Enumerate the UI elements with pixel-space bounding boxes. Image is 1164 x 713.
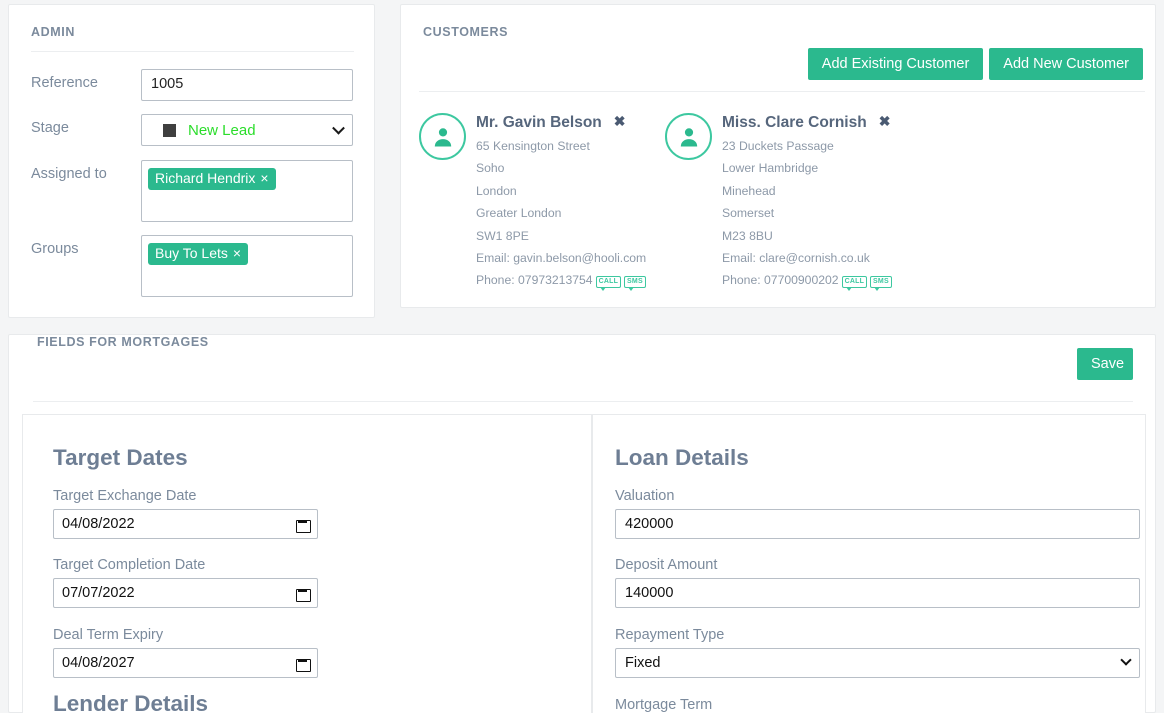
repayment-type-select[interactable]: Fixed bbox=[615, 648, 1140, 678]
groups-label: Groups bbox=[31, 241, 79, 257]
valuation-label: Valuation bbox=[615, 488, 675, 504]
deal-term-expiry-group: Deal Term Expiry 04/08/2027 bbox=[53, 627, 318, 678]
customers-card-title: CUSTOMERS bbox=[423, 25, 509, 39]
customer-postcode: M23 8BU bbox=[722, 228, 773, 243]
customer-address-line: London bbox=[476, 183, 517, 198]
groups-tag-field[interactable]: Buy To Lets × bbox=[141, 235, 353, 297]
calendar-icon[interactable] bbox=[296, 657, 311, 672]
tag-assigned-user[interactable]: Richard Hendrix × bbox=[148, 168, 276, 190]
person-icon bbox=[680, 127, 697, 146]
target-exchange-date-group: Target Exchange Date 04/08/2022 bbox=[53, 488, 318, 539]
tag-group[interactable]: Buy To Lets × bbox=[148, 243, 249, 265]
customer-phone: Phone: 07700900202 bbox=[722, 273, 839, 288]
loan-details-panel: Loan Details Valuation 420000 Deposit Am… bbox=[592, 414, 1146, 713]
customer-phone-row: Phone: 07973213754 CALL SMS bbox=[476, 269, 669, 292]
date-value: 04/08/2027 bbox=[62, 655, 135, 671]
tag-remove-icon[interactable]: × bbox=[233, 245, 241, 261]
stage-label: Stage bbox=[31, 120, 69, 136]
target-exchange-date-input[interactable]: 04/08/2022 bbox=[53, 509, 318, 539]
add-existing-customer-button[interactable]: Add Existing Customer bbox=[807, 48, 984, 80]
deposit-amount-input[interactable]: 140000 bbox=[615, 578, 1140, 608]
calendar-icon[interactable] bbox=[296, 587, 311, 602]
customer-address-line: Lower Hambridge bbox=[722, 161, 819, 176]
save-button[interactable]: Save bbox=[1077, 348, 1133, 380]
add-new-customer-button[interactable]: Add New Customer bbox=[989, 48, 1143, 80]
customer-name: Miss. Clare Cornish bbox=[722, 114, 867, 131]
target-dates-panel: Target Dates Target Exchange Date 04/08/… bbox=[22, 414, 592, 713]
stage-selected-value: New Lead bbox=[188, 121, 256, 139]
target-completion-date-input[interactable]: 07/07/2022 bbox=[53, 578, 318, 608]
tag-remove-icon[interactable]: × bbox=[260, 170, 268, 186]
remove-customer-icon[interactable]: ✖ bbox=[879, 113, 891, 130]
admin-card: ADMIN Reference 1005 Stage New Lead Assi… bbox=[8, 4, 375, 318]
stage-row: Stage New Lead bbox=[31, 114, 361, 146]
customer-actions: Add Existing Customer Add New Customer bbox=[807, 48, 1143, 80]
deal-term-expiry-input[interactable]: 04/08/2027 bbox=[53, 648, 318, 678]
calendar-icon[interactable] bbox=[296, 518, 311, 533]
customer-details: Miss. Clare Cornish ✖ 23 Duckets Passage … bbox=[722, 113, 915, 292]
avatar bbox=[665, 113, 712, 160]
customer-name: Mr. Gavin Belson bbox=[476, 114, 602, 131]
assigned-to-row: Assigned to Richard Hendrix × bbox=[31, 160, 361, 222]
customer-address-line: Greater London bbox=[476, 206, 562, 221]
loan-details-heading: Loan Details bbox=[615, 445, 749, 470]
customer-card: Mr. Gavin Belson ✖ 65 Kensington Street S… bbox=[419, 113, 669, 292]
admin-divider bbox=[31, 51, 354, 52]
customer-address-line: Soho bbox=[476, 161, 505, 176]
fields-for-mortgages-card: FIELDS FOR MORTGAGES Save Target Dates T… bbox=[8, 334, 1156, 713]
tag-label: Richard Hendrix bbox=[155, 170, 256, 186]
valuation-group: Valuation 420000 bbox=[615, 488, 1140, 539]
page-root: ADMIN Reference 1005 Stage New Lead Assi… bbox=[0, 0, 1164, 713]
target-exchange-date-label: Target Exchange Date bbox=[53, 488, 197, 504]
customer-phone-row: Phone: 07700900202 CALL SMS bbox=[722, 269, 915, 292]
customer-email: Email: clare@cornish.co.uk bbox=[722, 251, 870, 266]
stage-select[interactable]: New Lead bbox=[141, 114, 353, 146]
customer-email: Email: gavin.belson@hooli.com bbox=[476, 251, 647, 266]
call-badge-icon[interactable]: CALL bbox=[595, 276, 622, 292]
customer-card: Miss. Clare Cornish ✖ 23 Duckets Passage … bbox=[665, 113, 915, 292]
chevron-down-icon bbox=[1120, 654, 1132, 666]
customer-address-line: Somerset bbox=[722, 206, 775, 221]
call-badge-icon[interactable]: CALL bbox=[841, 276, 868, 292]
deposit-amount-group: Deposit Amount 140000 bbox=[615, 557, 1140, 608]
customer-details: Mr. Gavin Belson ✖ 65 Kensington Street S… bbox=[476, 113, 669, 292]
sms-badge-icon[interactable]: SMS bbox=[870, 276, 892, 292]
valuation-input[interactable]: 420000 bbox=[615, 509, 1140, 539]
repayment-type-label: Repayment Type bbox=[615, 627, 725, 643]
fields-card-title: FIELDS FOR MORTGAGES bbox=[37, 335, 209, 349]
customer-address-line: 23 Duckets Passage bbox=[722, 139, 834, 153]
customers-card: CUSTOMERS Add Existing Customer Add New … bbox=[400, 4, 1156, 308]
date-value: 07/07/2022 bbox=[62, 585, 135, 601]
sms-badge-icon[interactable]: SMS bbox=[624, 276, 646, 292]
reference-row: Reference 1005 bbox=[31, 69, 361, 101]
target-dates-heading: Target Dates bbox=[53, 445, 188, 470]
customer-address-line: 65 Kensington Street bbox=[476, 139, 590, 153]
customer-postcode: SW1 8PE bbox=[476, 228, 529, 243]
stage-color-swatch bbox=[163, 123, 176, 137]
customers-divider bbox=[419, 91, 1145, 92]
mortgage-term-label: Mortgage Term bbox=[615, 697, 713, 713]
assigned-to-label: Assigned to bbox=[31, 166, 107, 182]
target-completion-date-group: Target Completion Date 07/07/2022 bbox=[53, 557, 318, 608]
admin-card-title: ADMIN bbox=[31, 25, 75, 39]
repayment-type-group: Repayment Type Fixed bbox=[615, 627, 1140, 678]
tag-label: Buy To Lets bbox=[155, 245, 228, 261]
groups-row: Groups Buy To Lets × bbox=[31, 235, 361, 297]
lender-details-heading: Lender Details bbox=[53, 691, 209, 713]
reference-input[interactable]: 1005 bbox=[141, 69, 353, 101]
date-value: 04/08/2022 bbox=[62, 516, 135, 532]
repayment-type-value: Fixed bbox=[625, 655, 661, 671]
deal-term-expiry-label: Deal Term Expiry bbox=[53, 627, 164, 643]
assigned-to-tag-field[interactable]: Richard Hendrix × bbox=[141, 160, 353, 222]
reference-label: Reference bbox=[31, 75, 98, 91]
fields-divider bbox=[33, 401, 1133, 402]
customer-phone: Phone: 07973213754 bbox=[476, 273, 593, 288]
chevron-down-icon bbox=[332, 121, 345, 135]
avatar bbox=[419, 113, 466, 160]
deposit-amount-label: Deposit Amount bbox=[615, 557, 718, 573]
customer-address-line: Minehead bbox=[722, 183, 776, 198]
person-icon bbox=[434, 127, 451, 146]
remove-customer-icon[interactable]: ✖ bbox=[614, 113, 626, 130]
target-completion-date-label: Target Completion Date bbox=[53, 557, 206, 573]
